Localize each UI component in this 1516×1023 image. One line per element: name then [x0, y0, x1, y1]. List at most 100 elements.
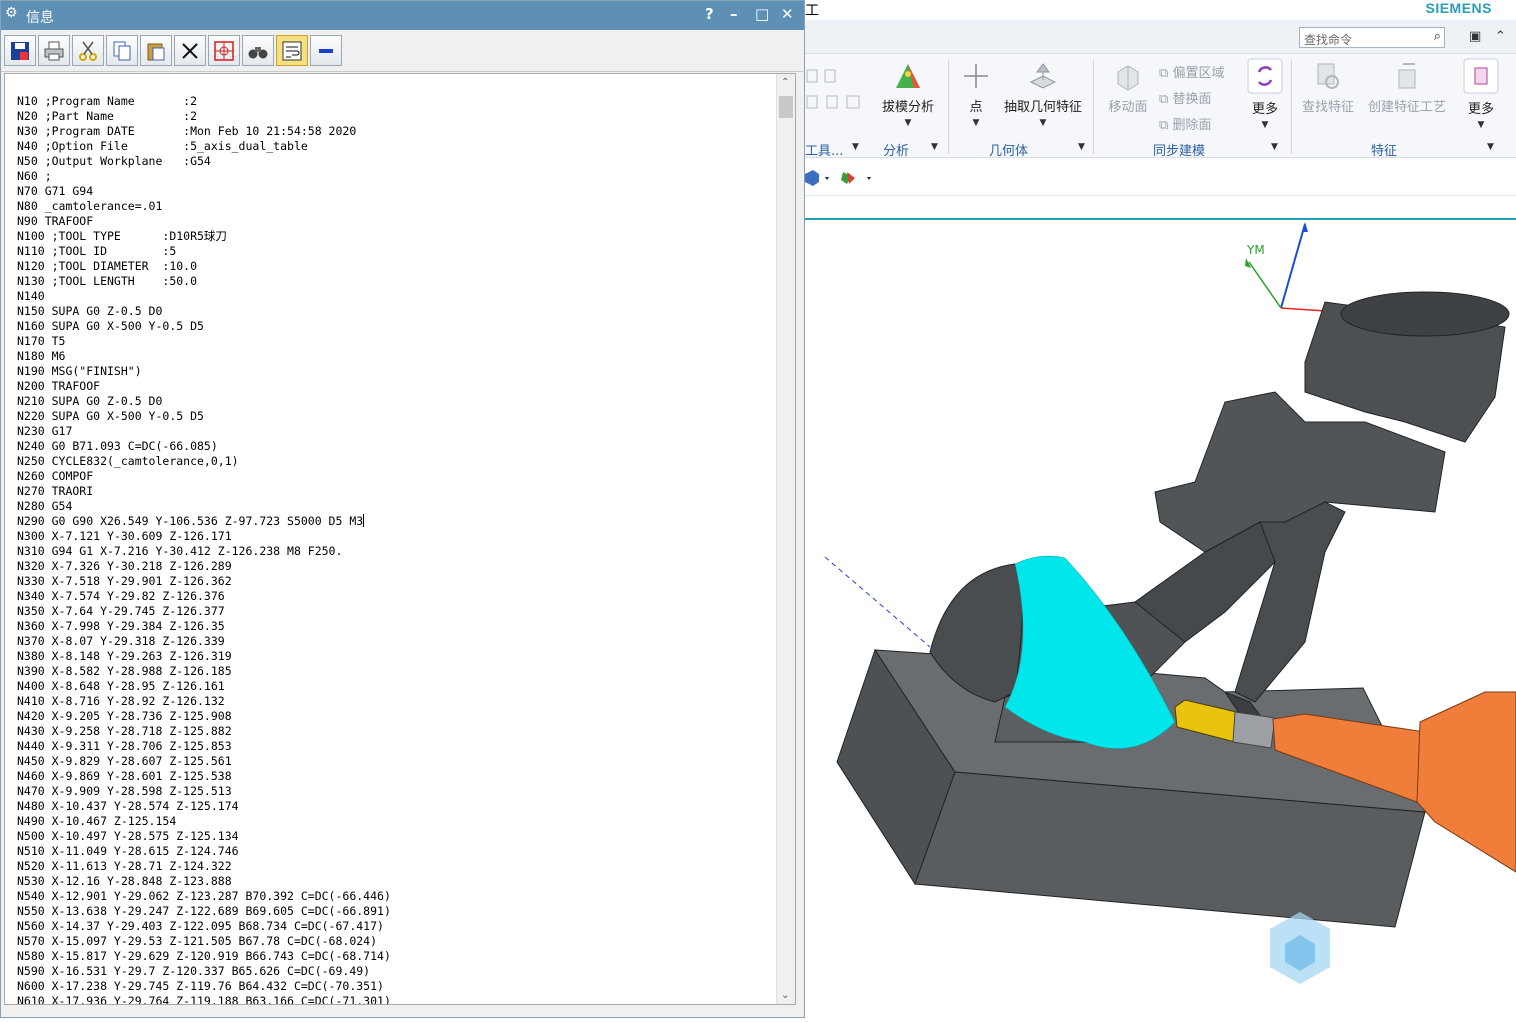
cam-3d-scene[interactable]: YM XM [805, 222, 1516, 1014]
code-line: N240 G0 B71.093 C=DC(-66.085) [17, 439, 218, 453]
scroll-up-icon[interactable]: ⌃ [781, 77, 789, 88]
chevron-down-icon[interactable]: ▼ [1271, 142, 1278, 152]
word-wrap-button[interactable] [276, 35, 308, 66]
collapse-ribbon-icon[interactable]: ⌃ [1495, 29, 1506, 44]
code-line: N410 X-8.716 Y-28.92 Z-126.132 [17, 694, 225, 708]
copy-button[interactable] [106, 35, 138, 66]
code-line: N250 CYCLE832(_camtolerance,0,1) [17, 454, 239, 468]
nx-command-bar: 查找命令 ⌕ ▣ ⌃ [805, 20, 1516, 54]
code-line: N360 X-7.998 Y-29.384 Z-126.35 [17, 619, 225, 633]
create-feature-process-button[interactable]: 创建特征工艺 [1363, 60, 1451, 115]
group-label-analysis[interactable]: 分析 [883, 140, 909, 159]
chevron-down-icon[interactable]: ▼ [1487, 142, 1494, 152]
code-line: N20 ;Part Name :2 [17, 109, 198, 123]
minimize-button[interactable]: – [730, 5, 738, 23]
code-line: N220 SUPA G0 X-500 Y-0.5 D5 [17, 409, 204, 423]
code-line: N10 ;Program Name :2 [17, 94, 198, 108]
code-line: N430 X-9.258 Y-28.718 Z-125.882 [17, 724, 232, 738]
chevron-down-icon[interactable]: ▼ [852, 142, 859, 152]
nx-title-bar: 工 SIEMENS [805, 0, 1516, 20]
code-line: N190 MSG("FINISH") [17, 364, 142, 378]
chevron-down-icon[interactable]: ▼ [931, 142, 938, 152]
dialog-footer [1, 1007, 804, 1017]
move-face-button[interactable]: 移动面 [1103, 60, 1153, 115]
collapse-button[interactable] [310, 35, 342, 66]
delete-face-button[interactable]: ⧉ 删除面 [1159, 114, 1211, 133]
code-line: N270 TRAORI [17, 484, 94, 498]
point-label: 点 [969, 100, 983, 115]
find-feature-icon [1317, 63, 1339, 89]
refresh-icon [1247, 58, 1283, 94]
search-icon[interactable]: ⌕ [1434, 29, 1441, 44]
crosshair-icon [214, 40, 234, 61]
shoe-model [929, 291, 1510, 749]
code-line: N310 G94 G1 X-7.216 Y-30.412 Z-126.238 M… [17, 544, 343, 558]
paste-icon [147, 43, 165, 60]
information-text-area[interactable]: N10 ;Program Name :2 N20 ;Part Name :2 N30… [4, 73, 796, 1005]
draft-analysis-button[interactable]: 拔模分析 ▼ [877, 60, 939, 128]
chevron-down-icon: ▼ [1261, 120, 1269, 130]
code-line: N230 G17 [17, 424, 73, 438]
code-line: N50 ;Output Workplane :G54 [17, 154, 211, 168]
scroll-down-icon[interactable]: ⌄ [781, 990, 789, 1001]
save-button[interactable] [4, 35, 36, 66]
more-feature-button[interactable]: 更多 ▼ [1461, 58, 1501, 130]
code-line: N290 G0 G90 X26.549 Y-106.536 Z-97.723 S… [17, 514, 365, 528]
cut-button[interactable] [72, 35, 104, 66]
code-line: N440 X-9.311 Y-28.706 Z-125.853 [17, 739, 232, 753]
extract-geometry-icon [1029, 63, 1057, 89]
copy-icon [113, 41, 131, 60]
print-button[interactable] [38, 35, 70, 66]
more-sync-button[interactable]: 更多 ▼ [1245, 58, 1285, 130]
scrollbar-thumb[interactable] [779, 96, 793, 118]
code-line: N530 X-12.16 Y-28.848 Z-123.888 [17, 874, 232, 888]
code-line: N160 SUPA G0 X-500 Y-0.5 D5 [17, 319, 204, 333]
code-line: N170 T5 [17, 334, 66, 348]
group-label-tools[interactable]: 工具... [805, 140, 843, 159]
code-line: N460 X-9.869 Y-28.601 Z-125.538 [17, 769, 232, 783]
code-line: N420 X-9.205 Y-28.736 Z-125.908 [17, 709, 232, 723]
group-label-sync-modeling[interactable]: 同步建模 [1153, 140, 1205, 159]
code-line: N280 G54 [17, 499, 73, 513]
draft-analysis-label: 拔模分析 [881, 100, 934, 115]
group-label-feature[interactable]: 特征 [1371, 140, 1397, 159]
find-button[interactable] [242, 35, 274, 66]
group-label-geometry[interactable]: 几何体 [989, 140, 1028, 159]
chevron-down-icon[interactable]: ▼ [1078, 142, 1085, 152]
paste-button[interactable] [140, 35, 172, 66]
maximize-button[interactable]: □ [755, 5, 769, 23]
text-cursor [363, 514, 365, 527]
y-axis-label: YM [1246, 243, 1265, 257]
code-line: N560 X-14.37 Y-29.403 Z-122.095 B68.734 … [17, 919, 384, 933]
scissors-icon [79, 41, 97, 61]
view-toolbar-icons[interactable] [805, 168, 885, 188]
move-face-icon [1117, 65, 1139, 91]
replace-face-icon: ⧉ [1159, 92, 1169, 107]
graphics-viewport[interactable]: YM XM [805, 222, 1516, 1014]
find-feature-button[interactable]: 查找特征 [1299, 60, 1357, 115]
point-button[interactable]: 点 ▼ [961, 60, 991, 128]
partial-tool-icons[interactable] [805, 68, 865, 122]
code-line: N30 ;Program DATE :Mon Feb 10 21:54:58 2… [17, 124, 357, 138]
replace-face-button[interactable]: ⧉ 替换面 [1159, 88, 1211, 107]
help-button[interactable]: ? [705, 5, 714, 23]
code-line: N200 TRAFOOF [17, 379, 101, 393]
code-line: N110 ;TOOL ID :5 [17, 244, 177, 258]
screen: 工 SIEMENS 查找命令 ⌕ ▣ ⌃ 拔模分析 ▼ 点 ▼ 抽取几何特征 ▼… [0, 0, 1516, 1023]
vertical-scrollbar[interactable]: ⌃ ⌄ [776, 74, 795, 1004]
code-line: N570 X-15.097 Y-29.53 Z-121.505 B67.78 C… [17, 934, 378, 948]
find-feature-label: 查找特征 [1301, 100, 1354, 115]
gear-icon[interactable]: ⚙ [5, 5, 18, 21]
offset-region-button[interactable]: ⧉ 偏置区域 [1159, 62, 1224, 81]
code-line: N120 ;TOOL DIAMETER :10.0 [17, 259, 198, 273]
locate-button[interactable] [208, 35, 240, 66]
command-search-placeholder: 查找命令 [1304, 33, 1353, 47]
siemens-logo: SIEMENS [1425, 0, 1492, 16]
close-button[interactable]: ✕ [781, 5, 794, 23]
delete-button[interactable] [174, 35, 206, 66]
command-search-input[interactable]: 查找命令 ⌕ [1299, 27, 1445, 48]
dialog-title-bar[interactable]: ⚙ 信息 ? – □ ✕ [1, 1, 804, 30]
extract-geometry-button[interactable]: 抽取几何特征 ▼ [999, 60, 1087, 128]
code-line: N350 X-7.64 Y-29.745 Z-126.377 [17, 604, 225, 618]
ribbon-options-icon[interactable]: ▣ [1469, 29, 1481, 44]
